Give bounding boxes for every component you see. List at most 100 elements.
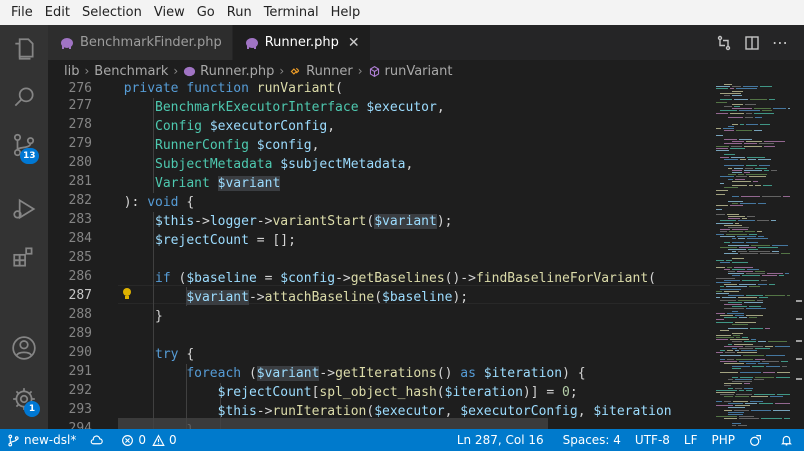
minimap-line: [726, 286, 747, 288]
php-file-icon: [184, 66, 196, 76]
minimap[interactable]: [710, 82, 794, 429]
run-debug-icon[interactable]: [0, 185, 48, 233]
problems-status[interactable]: 0 0: [114, 429, 183, 451]
open-changes-icon[interactable]: [710, 29, 738, 57]
minimap-line: [716, 293, 729, 294]
minimap-line: [738, 251, 747, 253]
minimap-line: [760, 253, 779, 255]
cursor-position[interactable]: Ln 287, Col 16: [450, 429, 551, 451]
minimap-line: [728, 378, 733, 380]
tab-benchmarkfinder[interactable]: BenchmarkFinder.php: [48, 25, 233, 60]
encoding[interactable]: UTF-8: [628, 429, 677, 451]
account-icon[interactable]: [0, 324, 48, 372]
minimap-line: [742, 275, 760, 277]
minimap-line: [761, 418, 782, 420]
tab-runner[interactable]: Runner.php ✕: [232, 25, 371, 60]
minimap-line: [744, 172, 750, 173]
minimap-line: [728, 343, 732, 345]
minimap-line: [732, 242, 744, 244]
code-line: Variant $variant: [155, 176, 281, 191]
minimap-line: [783, 196, 790, 198]
minimap-line: [732, 425, 736, 426]
minimap-line: [777, 372, 790, 374]
warning-icon: [152, 433, 165, 446]
minimap-line: [745, 167, 753, 169]
breadcrumb-file[interactable]: Runner.php: [200, 64, 274, 79]
minimap-line: [728, 411, 744, 413]
language-mode[interactable]: PHP: [705, 429, 743, 451]
search-icon[interactable]: [0, 73, 48, 121]
minimap-line: [732, 123, 738, 125]
minimap-line: [739, 418, 759, 420]
minimap-line: [751, 244, 770, 246]
explorer-icon[interactable]: [0, 25, 48, 73]
line-ending[interactable]: LF: [677, 429, 705, 451]
menu-run[interactable]: Run: [221, 0, 258, 25]
minimap-line: [724, 165, 744, 167]
code-line: $rejectCount = [];: [155, 233, 296, 248]
close-icon[interactable]: ✕: [348, 35, 360, 51]
minimap-line: [746, 141, 762, 143]
minimap-line: [755, 185, 761, 187]
settings-gear-icon[interactable]: 1: [0, 375, 48, 423]
minimap-line: [738, 299, 755, 301]
minimap-line: [788, 108, 790, 110]
breadcrumb-method[interactable]: runVariant: [385, 64, 453, 79]
error-count: 0: [138, 433, 146, 447]
minimap-line: [727, 213, 739, 215]
feedback-status[interactable]: [742, 429, 773, 451]
menu-terminal[interactable]: Terminal: [258, 0, 325, 25]
horizontal-scrollbar[interactable]: [118, 418, 548, 429]
minimap-line: [746, 295, 763, 297]
scroll-marker: [796, 340, 802, 342]
minimap-line: [720, 361, 737, 363]
indentation[interactable]: Spaces: 4: [551, 429, 628, 451]
breadcrumb-benchmark[interactable]: Benchmark: [94, 64, 168, 79]
branch-status[interactable]: new-dsl*: [0, 429, 83, 451]
minimap-line: [732, 103, 743, 105]
menu-view[interactable]: View: [148, 0, 191, 25]
sync-status[interactable]: [83, 429, 114, 451]
breadcrumb-class[interactable]: Runner: [306, 64, 353, 79]
source-control-icon[interactable]: 13: [0, 121, 48, 169]
minimap-line: [724, 363, 744, 365]
minimap-line: [749, 185, 753, 187]
minimap-line: [734, 99, 748, 101]
menu-file[interactable]: File: [5, 0, 39, 25]
minimap-line: [745, 117, 753, 118]
minimap-line: [742, 279, 759, 281]
minimap-line: [730, 112, 744, 114]
menu-edit[interactable]: Edit: [39, 0, 76, 25]
minimap-line: [763, 185, 772, 187]
more-actions-icon[interactable]: ⋯: [766, 29, 794, 57]
scroll-marker: [796, 358, 802, 360]
minimap-line: [724, 396, 733, 398]
minimap-line: [758, 158, 771, 160]
menu-selection[interactable]: Selection: [76, 0, 148, 25]
minimap-line: [720, 246, 737, 248]
method-icon: [369, 65, 379, 77]
split-editor-icon[interactable]: [738, 29, 766, 57]
menu-go[interactable]: Go: [191, 0, 221, 25]
minimap-line: [754, 394, 775, 396]
line-number: 290: [68, 345, 92, 360]
notifications-status[interactable]: [773, 429, 804, 451]
minimap-line: [716, 112, 728, 114]
extensions-icon[interactable]: [0, 233, 48, 281]
minimap-line: [730, 88, 734, 90]
minimap-line: [732, 381, 752, 382]
minimap-line: [732, 332, 743, 334]
minimap-line: [740, 376, 753, 378]
menu-help[interactable]: Help: [325, 0, 367, 25]
code-editor[interactable]: 276 277 278 279 280 281 282 283 284 285 …: [48, 82, 710, 429]
vertical-scrollbar[interactable]: [794, 82, 804, 429]
minimap-line: [728, 295, 744, 297]
minimap-line: [746, 123, 758, 125]
minimap-line: [728, 271, 735, 272]
breadcrumb-lib[interactable]: lib: [64, 64, 79, 79]
minimap-line: [720, 262, 730, 264]
minimap-line: [720, 176, 734, 178]
minimap-line: [732, 238, 736, 239]
minimap-line: [769, 99, 775, 101]
minimap-line: [762, 275, 777, 277]
